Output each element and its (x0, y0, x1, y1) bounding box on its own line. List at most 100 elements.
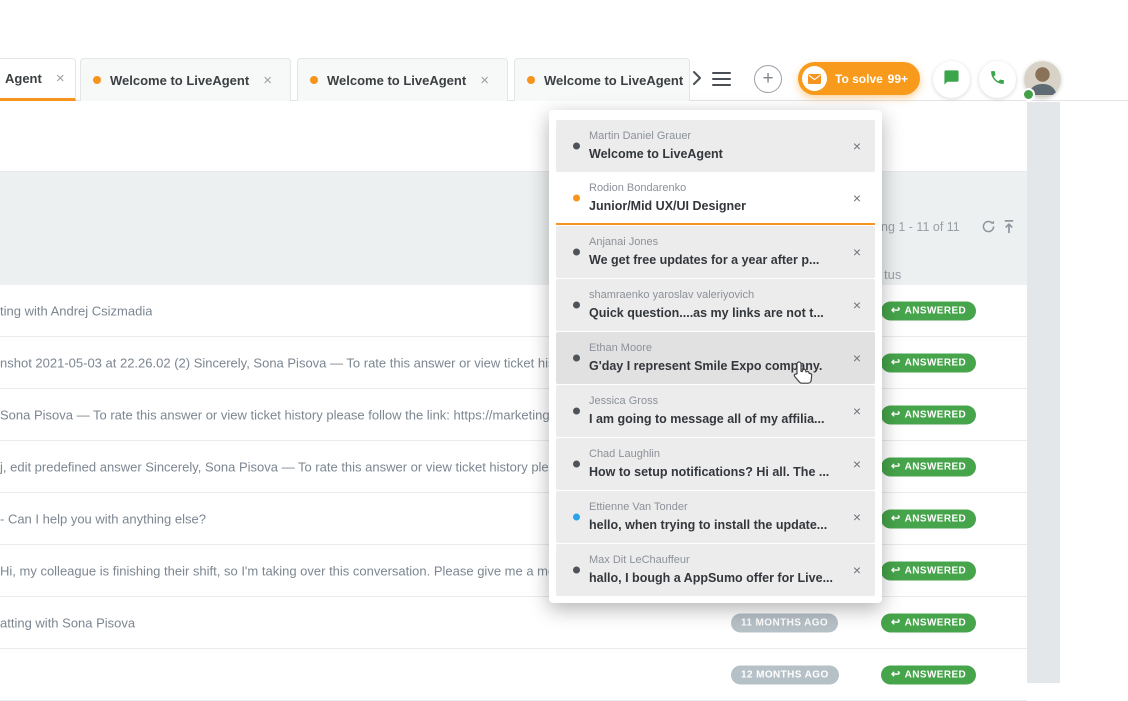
contact-name: shamraenko yaroslav valeriyovich (589, 288, 824, 304)
tab-item-text: Rodion BondarenkoJunior/Mid UX/UI Design… (589, 181, 746, 215)
ticket-preview-text: atting with Sona Pisova (0, 615, 135, 630)
status-badge: ↩ANSWERED (881, 613, 976, 632)
close-tab-icon[interactable]: × (853, 190, 861, 206)
ticket-preview-text: j, edit predefined answer Sincerely, Son… (0, 459, 556, 474)
right-side-panel (1060, 102, 1128, 683)
reply-arrow-icon: ↩ (891, 357, 901, 368)
status-dot-icon (573, 514, 580, 521)
status-filter-label: tus (884, 267, 901, 282)
tab-item-text: Ettienne Van Tonderhello, when trying to… (589, 500, 827, 534)
contact-name: Ethan Moore (589, 341, 822, 357)
ticket-subject: Welcome to LiveAgent (589, 145, 723, 163)
tab-label: Welcome to LiveAgent (544, 73, 683, 88)
ticket-subject: hallo, I bough a AppSumo offer for Live.… (589, 569, 833, 587)
tab-active[interactable]: Agent × (0, 58, 76, 101)
status-label: ANSWERED (905, 357, 967, 368)
tab-dropdown-item[interactable]: Jessica GrossI am going to message all o… (556, 385, 875, 437)
tab-item-text: Anjanai JonesWe get free updates for a y… (589, 235, 819, 269)
status-label: ANSWERED (905, 669, 967, 680)
tab-item-text: Jessica GrossI am going to message all o… (589, 394, 824, 428)
tab-label: Welcome to LiveAgent (110, 73, 249, 88)
ticket-row[interactable]: atting with Sona Pisova 11 MONTHS AGO ↩ANS… (0, 597, 1027, 649)
ticket-subject: We get free updates for a year after p..… (589, 251, 819, 269)
time-badge: 12 MONTHS AGO (731, 665, 839, 684)
status-badge: ↩ ANSWERED (881, 301, 976, 320)
tab-overflow-chevron-icon[interactable] (692, 70, 702, 91)
reply-arrow-icon: ↩ (891, 305, 901, 316)
status-label: ANSWERED (905, 305, 967, 316)
tab-item-text: Martin Daniel GrauerWelcome to LiveAgent (589, 129, 723, 163)
tab-close-icon[interactable]: × (56, 70, 65, 87)
tab-dropdown-item[interactable]: shamraenko yaroslav valeriyovichQuick qu… (556, 279, 875, 331)
unread-dot-icon (527, 76, 535, 84)
status-label: ANSWERED (905, 617, 967, 628)
unread-dot-icon (310, 76, 318, 84)
calls-button[interactable] (979, 61, 1016, 98)
status-badge: ↩ANSWERED (881, 665, 976, 684)
status-badge: ↩ANSWERED (881, 457, 976, 476)
ticket-preview-text: Sona Pisova — To rate this answer or vie… (0, 407, 550, 422)
ticket-subject: G'day I represent Smile Expo company. (589, 357, 822, 375)
close-tab-icon[interactable]: × (853, 297, 861, 313)
phone-icon (989, 69, 1006, 91)
to-solve-label: To solve (835, 72, 883, 86)
close-tab-icon[interactable]: × (853, 350, 861, 366)
ticket-subject: Quick question....as my links are not t.… (589, 304, 824, 322)
contact-name: Anjanai Jones (589, 235, 819, 251)
tab-close-icon[interactable]: × (480, 72, 489, 89)
menu-icon[interactable] (712, 72, 731, 86)
contact-name: Martin Daniel Grauer (589, 129, 723, 145)
reply-arrow-icon: ↩ (891, 461, 901, 472)
tab-item-text: shamraenko yaroslav valeriyovichQuick qu… (589, 288, 824, 322)
ticket-subject: Junior/Mid UX/UI Designer (589, 197, 746, 215)
envelope-icon (802, 66, 827, 91)
tab-welcome-to-liveagent[interactable]: Welcome to LiveAgent (514, 58, 690, 101)
tab-item-text: Chad LaughlinHow to setup notifications?… (589, 447, 829, 481)
close-tab-icon[interactable]: × (853, 403, 861, 419)
tab-dropdown-item[interactable]: Martin Daniel GrauerWelcome to LiveAgent… (556, 120, 875, 172)
status-dot-icon (573, 461, 580, 468)
tab-dropdown-item[interactable]: Anjanai JonesWe get free updates for a y… (556, 226, 875, 278)
status-dot-icon (573, 567, 580, 574)
tab-close-icon[interactable]: × (263, 72, 272, 89)
tab-dropdown-item[interactable]: Chad LaughlinHow to setup notifications?… (556, 438, 875, 490)
tab-item-text: Max Dit LeChauffeurhallo, I bough a AppS… (589, 553, 833, 587)
ticket-row[interactable]: 12 MONTHS AGO ↩ANSWERED (0, 649, 1027, 701)
tab-overflow-dropdown: Martin Daniel GrauerWelcome to LiveAgent… (549, 110, 882, 603)
status-dot-icon (573, 195, 580, 202)
status-label: ANSWERED (905, 565, 967, 576)
refresh-icon[interactable] (981, 219, 996, 239)
ticket-subject: How to setup notifications? Hi all. The … (589, 463, 829, 481)
time-badge: 11 MONTHS AGO (731, 613, 838, 632)
tab-welcome-to-liveagent[interactable]: Welcome to LiveAgent × (80, 58, 291, 101)
close-tab-icon[interactable]: × (853, 138, 861, 154)
close-tab-icon[interactable]: × (853, 456, 861, 472)
status-dot-icon (573, 408, 580, 415)
status-label: ANSWERED (905, 409, 967, 420)
contact-name: Chad Laughlin (589, 447, 829, 463)
status-dot-icon (573, 249, 580, 256)
tab-dropdown-item[interactable]: Rodion BondarenkoJunior/Mid UX/UI Design… (556, 173, 875, 225)
scroll-to-top-icon[interactable] (1002, 219, 1016, 239)
reply-arrow-icon: ↩ (891, 565, 901, 576)
tab-dropdown-item[interactable]: Ethan MooreG'day I represent Smile Expo … (556, 332, 875, 384)
contact-name: Ettienne Van Tonder (589, 500, 827, 516)
close-tab-icon[interactable]: × (853, 562, 861, 578)
tab-welcome-to-liveagent[interactable]: Welcome to LiveAgent× (297, 58, 508, 101)
ticket-preview-text: nshot 2021-05-03 at 22.26.02 (2) Sincere… (0, 355, 554, 370)
ticket-preview-text: - Can I help you with anything else? (0, 511, 206, 526)
unread-dot-icon (93, 76, 101, 84)
close-tab-icon[interactable]: × (853, 509, 861, 525)
tab-dropdown-item[interactable]: Ettienne Van Tonderhello, when trying to… (556, 491, 875, 543)
to-solve-button[interactable]: To solve 99+ (798, 62, 920, 95)
ticket-subject: hello, when trying to install the update… (589, 516, 827, 534)
chat-bubble-icon (943, 69, 960, 91)
add-tab-button[interactable]: + (754, 65, 782, 93)
tab-label: Agent (5, 71, 42, 86)
chats-button[interactable] (933, 61, 970, 98)
ticket-subject: I am going to message all of my affilia.… (589, 410, 824, 428)
status-dot-icon (573, 143, 580, 150)
scrollbar-track[interactable] (1027, 102, 1060, 683)
close-tab-icon[interactable]: × (853, 244, 861, 260)
tab-dropdown-item[interactable]: Max Dit LeChauffeurhallo, I bough a AppS… (556, 544, 875, 596)
